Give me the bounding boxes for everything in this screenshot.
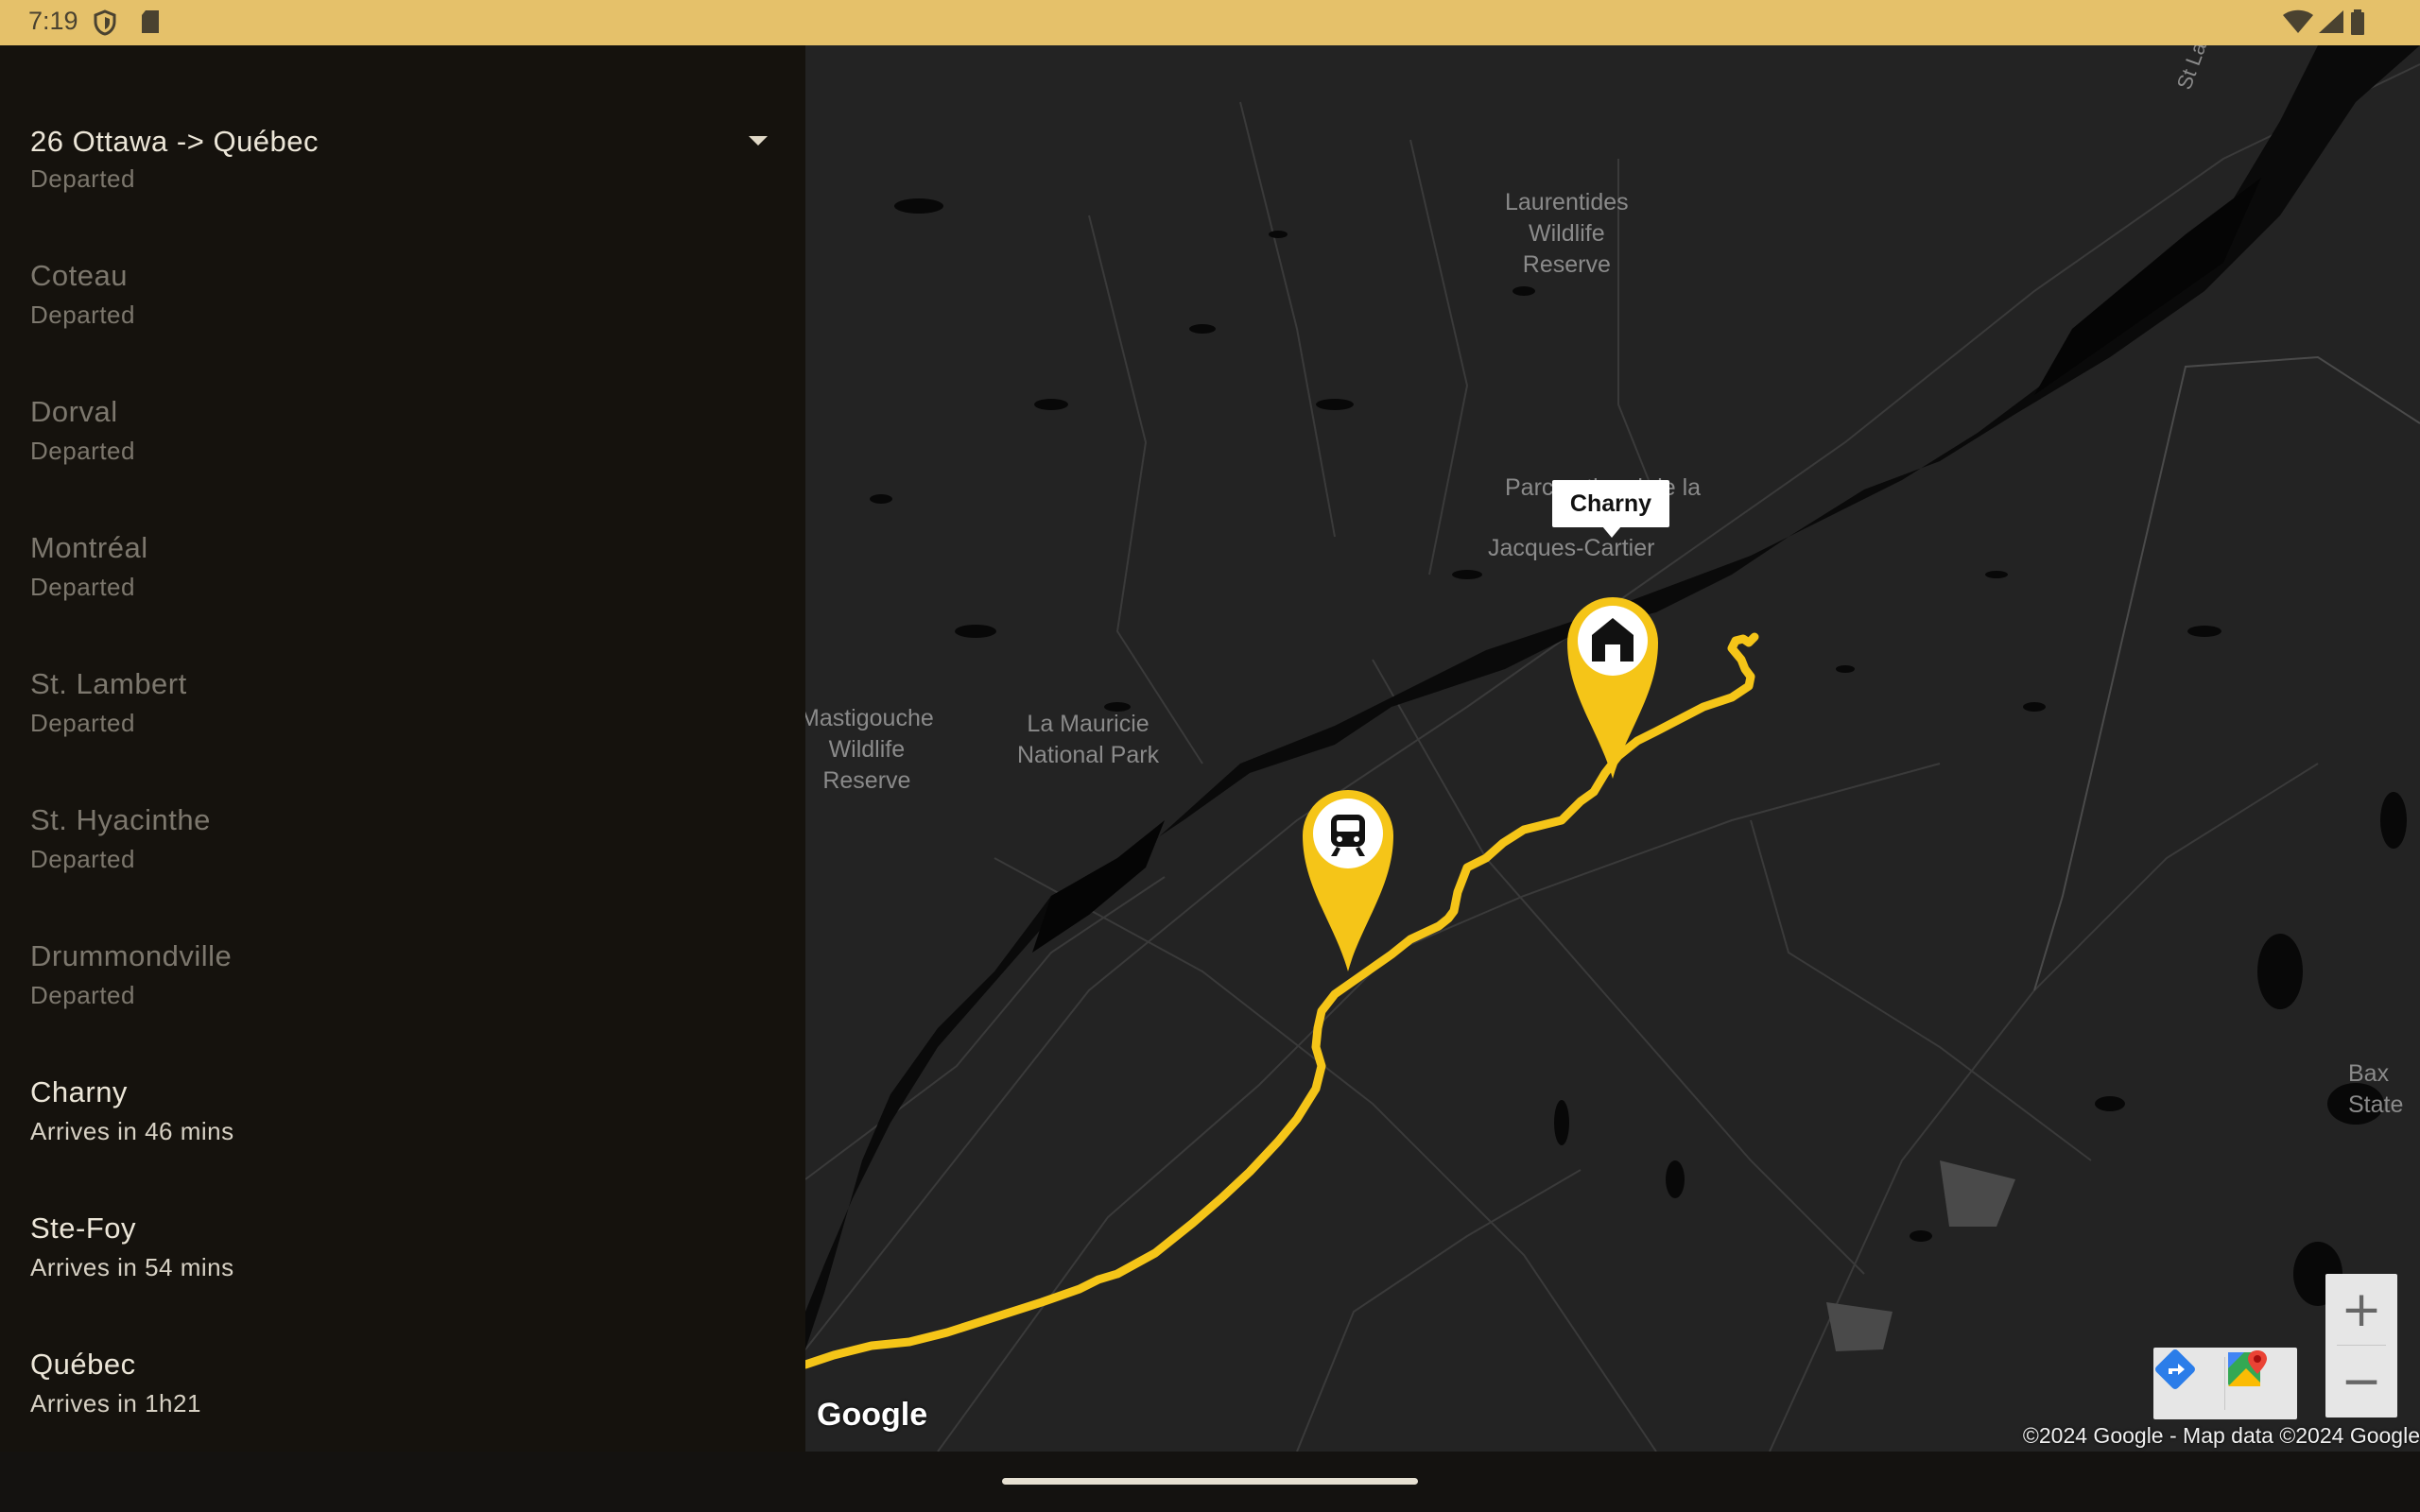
battery-icon bbox=[2350, 9, 2365, 41]
cell-signal-icon bbox=[2318, 9, 2344, 39]
zoom-out-button[interactable]: − bbox=[2325, 1346, 2397, 1418]
stop-item[interactable]: Charny Arrives in 46 mins bbox=[30, 1075, 768, 1189]
directions-button[interactable] bbox=[2153, 1348, 2225, 1419]
stop-item[interactable]: Montréal Departed bbox=[30, 531, 768, 644]
map-label-mastigouche: Mastigouche Wildlife Reserve bbox=[805, 705, 934, 794]
chevron-down-icon bbox=[749, 136, 768, 146]
sd-card-icon bbox=[140, 9, 161, 39]
route-dropdown[interactable]: 26 Ottawa -> Québec bbox=[30, 115, 768, 172]
open-in-maps-button[interactable] bbox=[2225, 1348, 2297, 1419]
stop-status: Departed bbox=[30, 301, 135, 329]
status-time: 7:19 bbox=[28, 7, 78, 35]
map-label-jacques-cartier: Jacques-Cartier bbox=[1488, 535, 1655, 561]
map-toolbar bbox=[2153, 1348, 2297, 1419]
stop-item[interactable]: St. Hyacinthe Departed bbox=[30, 803, 768, 917]
stop-status: Departed bbox=[30, 981, 135, 1009]
stop-item[interactable]: Ste-Foy Arrives in 54 mins bbox=[30, 1211, 768, 1325]
map-label-mauricie: La Mauricie National Park bbox=[1017, 711, 1160, 768]
stop-name: Dorval bbox=[30, 395, 118, 428]
zoom-in-button[interactable]: + bbox=[2325, 1274, 2397, 1346]
stop-status: Arrives in 1h21 bbox=[30, 1389, 201, 1418]
stop-name: Coteau bbox=[30, 259, 128, 292]
stop-status: Arrives in 46 mins bbox=[30, 1117, 234, 1145]
stop-item[interactable]: St. Lambert Departed bbox=[30, 667, 768, 781]
marker-tooltip: Charny bbox=[1552, 480, 1669, 527]
map-copyright: ©2024 Google - Map data ©2024 Google bbox=[2022, 1423, 2420, 1448]
navigation-bar bbox=[0, 1452, 2420, 1512]
train-marker[interactable] bbox=[1301, 773, 1395, 977]
map-label-baxter: Bax State bbox=[2348, 1060, 2404, 1118]
home-gesture-handle[interactable] bbox=[1002, 1478, 1418, 1485]
stop-status: Arrives in 54 mins bbox=[30, 1253, 234, 1281]
stop-name: Montréal bbox=[30, 531, 148, 564]
stop-item[interactable]: Coteau Departed bbox=[30, 259, 768, 372]
route-dropdown-label: 26 Ottawa -> Québec bbox=[30, 125, 320, 158]
stop-name: Charny bbox=[30, 1075, 128, 1108]
stop-name: St. Lambert bbox=[30, 667, 187, 700]
stops-panel: 26 Ottawa -> Québec Departed Coteau Depa… bbox=[0, 45, 805, 1452]
map-label-laurentides: Laurentides Wildlife Reserve bbox=[1505, 189, 1629, 278]
stop-status: Departed bbox=[30, 164, 135, 193]
stop-status: Departed bbox=[30, 709, 135, 737]
stop-status: Departed bbox=[30, 437, 135, 465]
stop-status: Departed bbox=[30, 573, 135, 601]
stop-name: St. Hyacinthe bbox=[30, 803, 211, 836]
wifi-icon bbox=[2282, 9, 2314, 39]
shield-icon bbox=[93, 9, 117, 41]
map-view[interactable]: Laurentides Wildlife Reserve Parc nation… bbox=[805, 45, 2420, 1452]
stop-name: Ste-Foy bbox=[30, 1211, 137, 1245]
stop-item[interactable]: Dorval Departed bbox=[30, 395, 768, 508]
google-logo: Google bbox=[817, 1397, 928, 1433]
stop-item[interactable]: Drummondville Departed bbox=[30, 939, 768, 1053]
stop-name: Drummondville bbox=[30, 939, 233, 972]
zoom-controls: + − bbox=[2325, 1274, 2397, 1418]
stop-status: Departed bbox=[30, 845, 135, 873]
stop-name: Québec bbox=[30, 1348, 136, 1381]
status-bar: 7:19 bbox=[0, 0, 2420, 45]
tooltip-tail bbox=[1602, 526, 1621, 538]
home-marker[interactable] bbox=[1565, 580, 1660, 784]
stop-item[interactable]: Québec Arrives in 1h21 bbox=[30, 1348, 768, 1461]
